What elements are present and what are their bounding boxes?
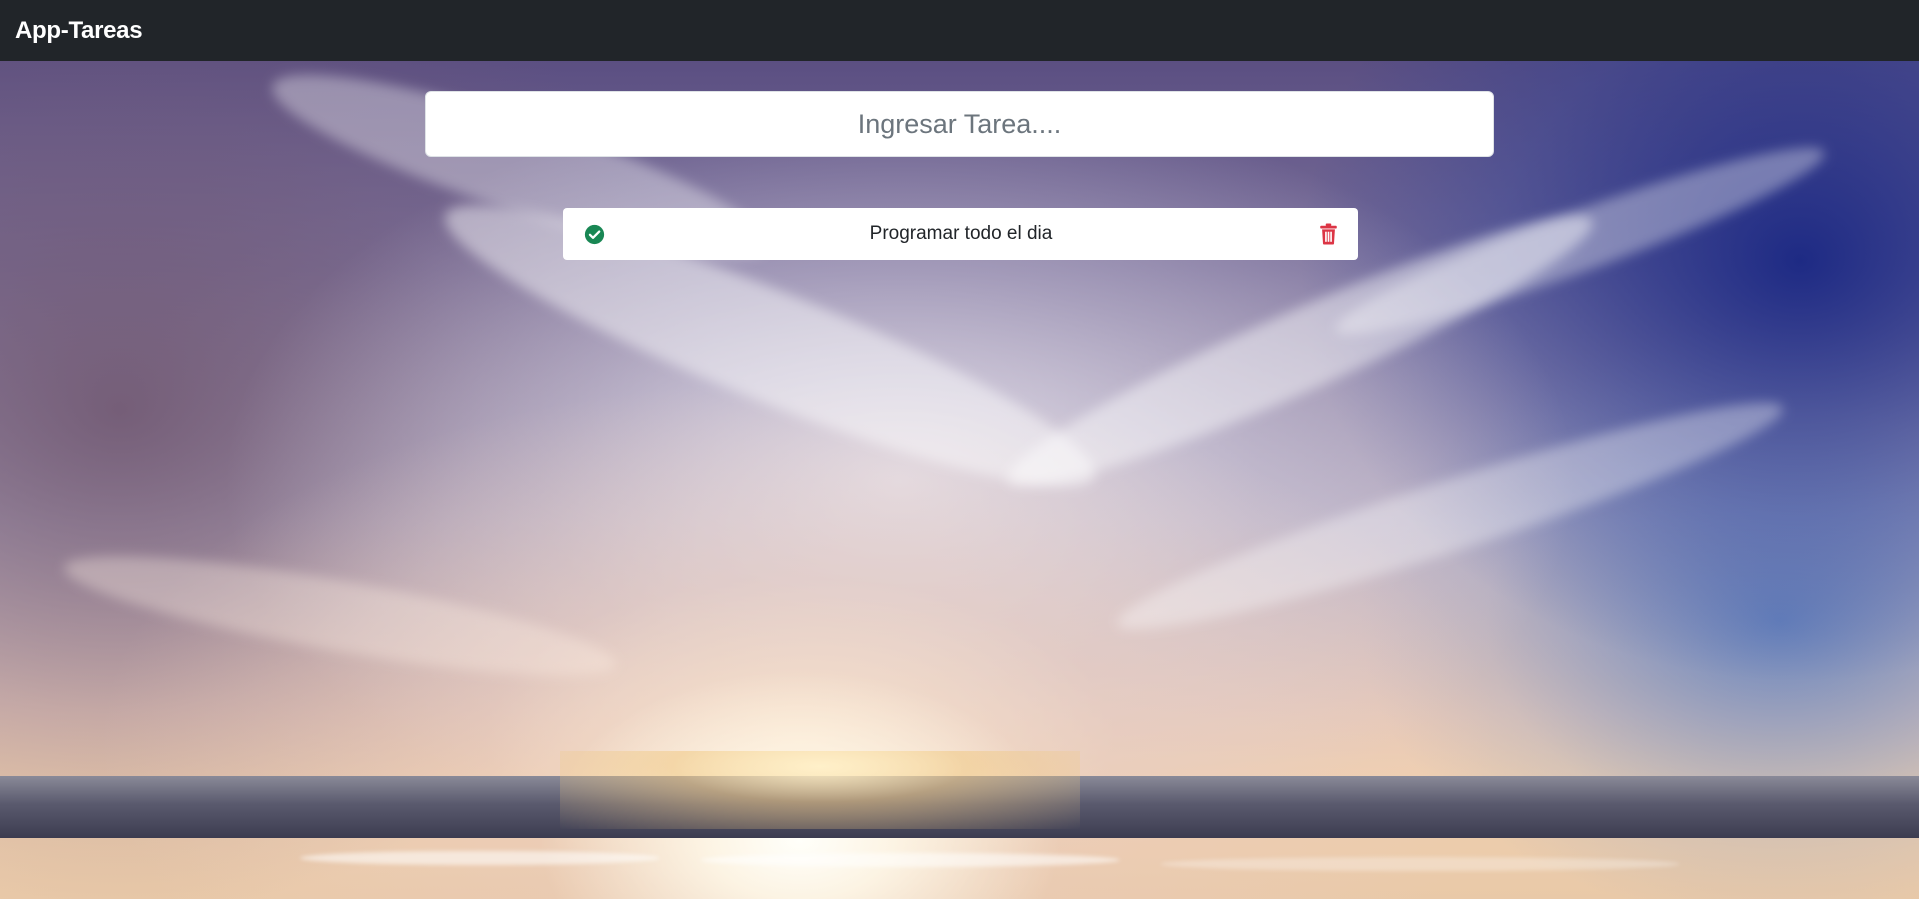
task-form	[425, 91, 1494, 157]
sun-glow	[560, 751, 1080, 829]
trash-icon[interactable]	[1316, 222, 1340, 246]
check-circle-icon[interactable]	[582, 222, 606, 246]
wave	[700, 853, 1120, 867]
task-list: Programar todo el dia	[563, 208, 1358, 260]
task-text: Programar todo el dia	[869, 223, 1053, 244]
wave	[300, 851, 660, 865]
background-image	[0, 61, 1919, 899]
navbar: App-Tareas	[0, 0, 1919, 61]
cloud-streak	[58, 532, 622, 700]
cloud-streak	[1325, 123, 1835, 359]
task-input[interactable]	[425, 91, 1494, 157]
wave	[1160, 857, 1680, 871]
task-item: Programar todo el dia	[563, 208, 1358, 260]
app-brand[interactable]: App-Tareas	[15, 17, 143, 45]
